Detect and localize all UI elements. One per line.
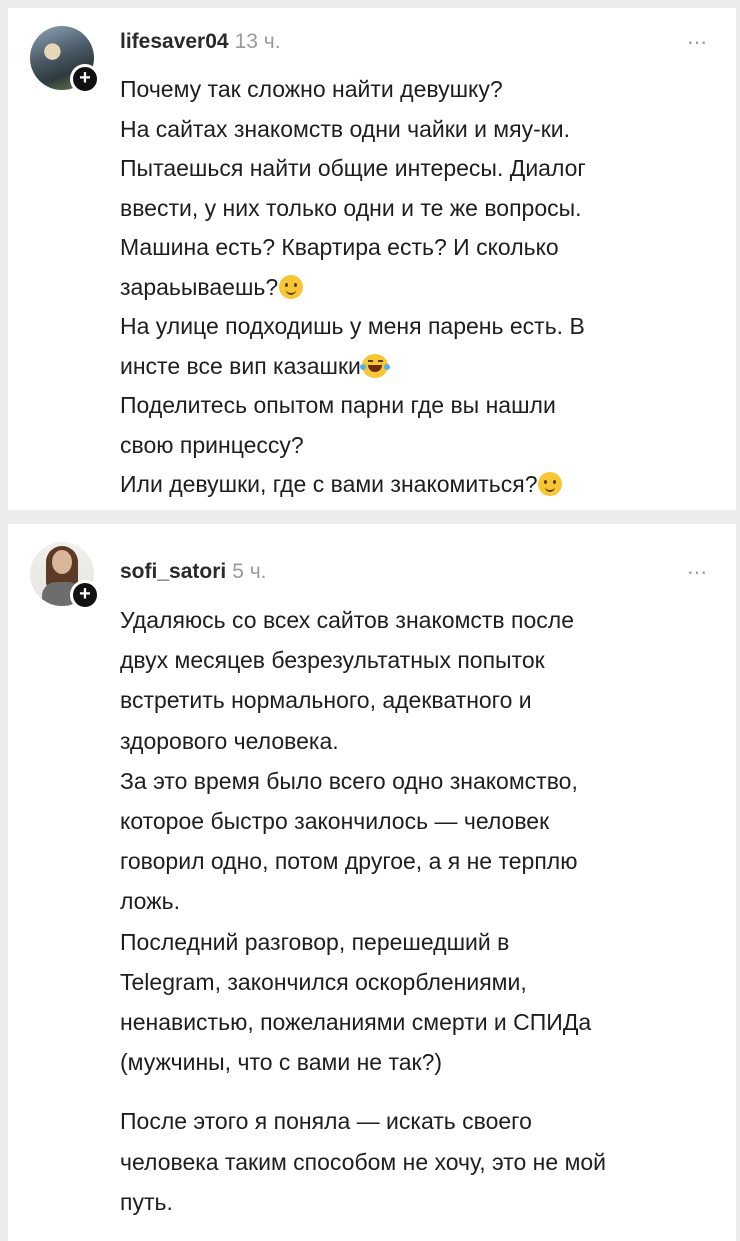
text-line: встретить нормального, адекватного и: [120, 687, 532, 714]
comment-card: + lifesaver04 13 ч. ⋯ Почему так сложно н…: [8, 8, 736, 510]
text-line: Последний разговор, перешедший в: [120, 928, 510, 955]
text-line: (мужчины, что с вами не так?): [120, 1049, 443, 1076]
line-text: Или девушки, где с вами знакомиться?: [120, 471, 538, 497]
text-line: Поделитесь опытом парни где вы нашли: [120, 392, 556, 418]
tears-of-joy-icon: [359, 353, 390, 378]
text-line: Почему так сложно найти девушку?: [120, 76, 503, 102]
comment-card: + sofi_satori 5 ч. ⋯ Удаляюсь со всех сай…: [8, 524, 736, 1241]
text-line: Машина есть? Квартира есть? И сколько: [120, 234, 559, 260]
username[interactable]: lifesaver04: [120, 30, 229, 53]
text-line: На улице подходишь у меня парень есть. В: [120, 313, 585, 339]
text-line: говорил одно, потом другое, а я не терпл…: [120, 848, 578, 875]
text-line: двух месяцев безрезультатных попыток: [120, 647, 545, 674]
more-options-icon[interactable]: ⋯: [687, 30, 708, 55]
text-line: которое быстро закончилось — человек: [120, 808, 550, 835]
follow-plus-icon[interactable]: +: [70, 64, 100, 94]
text-line: Пытаешься найти общие интересы. Диалог: [120, 155, 586, 181]
follow-plus-icon[interactable]: +: [70, 580, 100, 610]
text-line: За это время было всего одно знакомство,: [120, 767, 578, 794]
text-line: человека таким способом не хочу, это не …: [120, 1148, 607, 1175]
text-line: Удаляюсь со всех сайтов знакомств после: [120, 607, 574, 633]
line-text: инсте все вип казашки: [120, 352, 361, 379]
comment-header: sofi_satori 5 ч.: [120, 560, 267, 584]
text-line-with-emoji: зараьываешь?: [120, 268, 720, 308]
text-line: После этого я поняла — искать своего: [120, 1108, 532, 1135]
text-line: ложь.: [120, 888, 180, 915]
slightly-smiling-face-icon: [279, 274, 304, 299]
text-line-with-emoji: инсте все вип казашки: [120, 347, 720, 387]
slightly-smiling-face-icon: [538, 472, 563, 496]
avatar[interactable]: +: [30, 26, 100, 94]
text-line: Telegram, закончился оскорблениями,: [120, 968, 527, 995]
comment-header: lifesaver04 13 ч.: [120, 30, 281, 54]
comment-text: Удаляюсь со всех сайтов знакомств после …: [120, 600, 720, 1222]
comment-text: Почему так сложно найти девушку? На сайт…: [120, 70, 720, 505]
text-line: ненавистью, пожеланиями смерти и СПИДа: [120, 1009, 592, 1036]
text-line: свою принцессу?: [120, 431, 304, 458]
more-options-icon[interactable]: ⋯: [687, 560, 708, 585]
text-line: На сайтах знакомств одни чайки и мяу-ки.: [120, 115, 571, 142]
text-line: здорового человека.: [120, 727, 339, 754]
timestamp: 5 ч.: [232, 560, 267, 583]
avatar[interactable]: +: [30, 542, 100, 610]
text-line: путь.: [120, 1188, 173, 1215]
text-line: ввести, у них только одни и те же вопрос…: [120, 194, 582, 221]
line-text: зараьываешь?: [120, 273, 279, 300]
timestamp: 13 ч.: [234, 30, 281, 53]
username[interactable]: sofi_satori: [120, 560, 226, 583]
text-line-with-emoji: Или девушки, где с вами знакомиться?: [120, 465, 720, 505]
